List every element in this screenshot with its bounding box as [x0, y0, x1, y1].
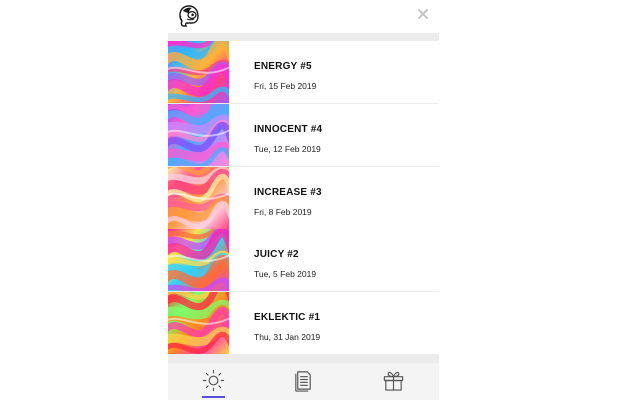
document-icon — [295, 371, 311, 392]
item-thumbnail — [168, 104, 229, 166]
item-date: Tue, 5 Feb 2019 — [254, 269, 317, 279]
item-date: Fri, 8 Feb 2019 — [254, 207, 312, 217]
item-date: Thu, 31 Jan 2019 — [254, 332, 321, 342]
list-item[interactable]: ENERGY #5 Fri, 15 Feb 2019 — [168, 41, 439, 103]
monkey-logo-icon[interactable] — [177, 4, 201, 28]
item-thumbnail — [168, 41, 229, 103]
swirl-artwork — [168, 229, 229, 291]
item-thumbnail — [168, 292, 229, 354]
gift-icon — [383, 371, 404, 391]
bottom-nav — [168, 363, 439, 400]
tab-sun[interactable] — [168, 363, 258, 400]
tab-gift[interactable] — [348, 363, 438, 400]
sun-icon — [202, 369, 225, 392]
swirl-artwork — [168, 167, 229, 229]
item-title: INCREASE #3 — [254, 187, 322, 198]
item-date: Fri, 15 Feb 2019 — [254, 81, 317, 91]
item-thumbnail — [168, 229, 229, 291]
swirl-artwork — [168, 292, 229, 354]
swirl-artwork — [168, 104, 229, 166]
item-title: INNOCENT #4 — [254, 124, 323, 135]
item-date: Tue, 12 Feb 2019 — [254, 144, 321, 154]
app-panel: ENERGY #5 Fri, 15 Feb 2019 INNOCENT #4 T… — [168, 0, 439, 400]
active-tab-indicator — [202, 396, 225, 398]
item-title: JUICY #2 — [254, 249, 299, 260]
list-item[interactable]: INCREASE #3 Fri, 8 Feb 2019 — [168, 167, 439, 229]
swirl-artwork — [168, 41, 229, 103]
tab-document[interactable] — [258, 363, 348, 400]
list-item[interactable]: JUICY #2 Tue, 5 Feb 2019 — [168, 229, 439, 291]
top-bar — [168, 0, 439, 33]
list-item[interactable]: INNOCENT #4 Tue, 12 Feb 2019 — [168, 104, 439, 166]
item-list[interactable]: ENERGY #5 Fri, 15 Feb 2019 INNOCENT #4 T… — [168, 33, 439, 363]
list-item[interactable]: EKLEKTIC #1 Thu, 31 Jan 2019 — [168, 292, 439, 354]
item-thumbnail — [168, 167, 229, 229]
item-title: ENERGY #5 — [254, 61, 312, 72]
item-title: EKLEKTIC #1 — [254, 312, 321, 323]
close-icon[interactable] — [416, 7, 430, 21]
